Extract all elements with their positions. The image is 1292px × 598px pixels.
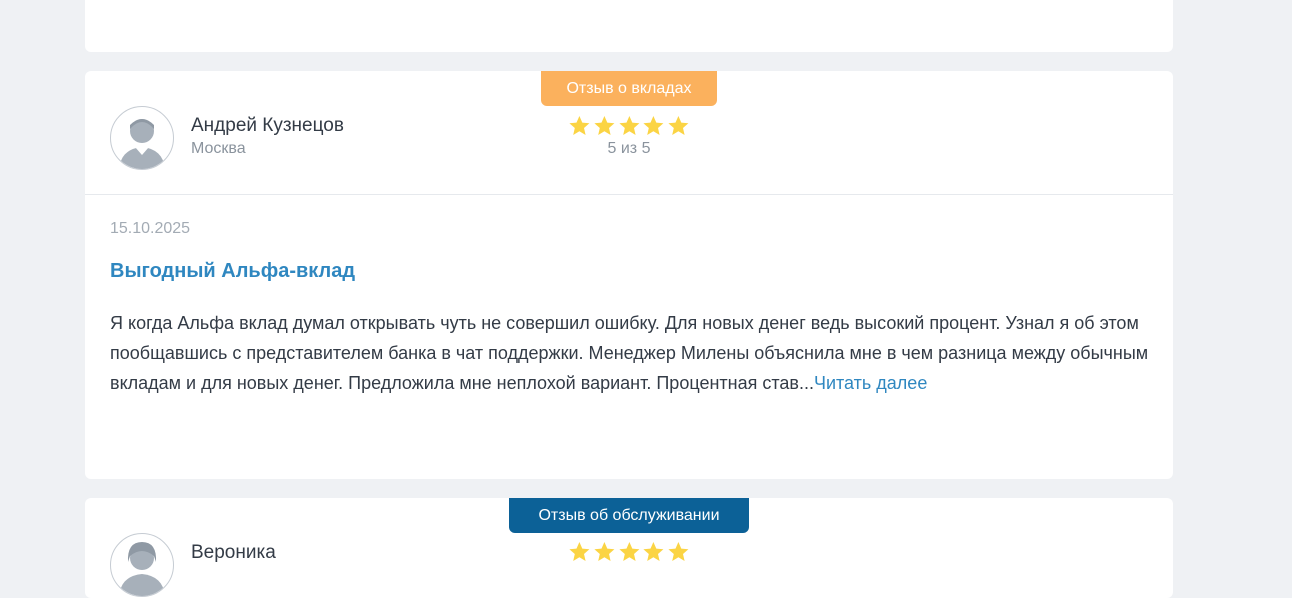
read-more-link[interactable]: Читать далее: [814, 373, 927, 393]
review-card-previous: [85, 0, 1173, 52]
author-name: Вероника: [191, 542, 276, 563]
rating-stars: [567, 540, 691, 564]
user-avatar-icon: [110, 106, 174, 170]
author-name: Андрей Кузнецов: [191, 115, 344, 136]
star-icon: [643, 542, 664, 561]
star-icon: [569, 116, 590, 135]
star-icon: [569, 542, 590, 561]
star-icon: [594, 542, 615, 561]
review-card: Отзыв о вкладах Андрей Кузнецов Москва 5…: [85, 71, 1173, 479]
star-icon: [668, 542, 689, 561]
star-icon: [594, 116, 615, 135]
user-avatar-icon: [110, 533, 174, 597]
rating-stars: [567, 114, 691, 138]
rating-text: 5 из 5: [607, 140, 651, 157]
review-category-badge[interactable]: Отзыв об обслуживании: [509, 498, 749, 533]
review-text-body: Я когда Альфа вклад думал открывать чуть…: [110, 313, 1149, 393]
author-city: Москва: [191, 140, 246, 157]
review-card: Отзыв об обслуживании Вероника: [85, 498, 1173, 598]
review-title-link[interactable]: Выгодный Альфа-вклад: [110, 260, 355, 283]
review-text: Я когда Альфа вклад думал открывать чуть…: [110, 308, 1150, 398]
review-date: 15.10.2025: [110, 220, 191, 237]
star-icon: [668, 116, 689, 135]
star-icon: [618, 542, 639, 561]
review-category-badge[interactable]: Отзыв о вкладах: [541, 71, 717, 106]
star-icon: [618, 116, 639, 135]
star-icon: [643, 116, 664, 135]
divider: [85, 194, 1173, 195]
